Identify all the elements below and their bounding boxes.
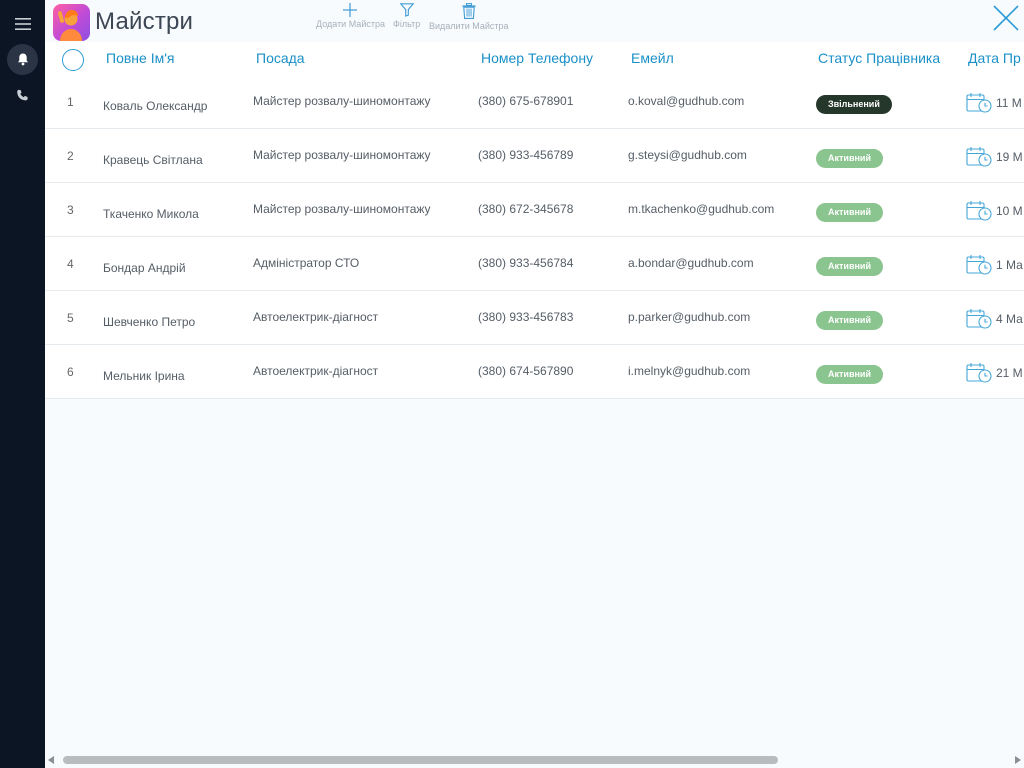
status-badge: Активний	[816, 149, 883, 168]
column-header-phone[interactable]: Номер Телефону	[481, 50, 593, 66]
cell-phone: (380) 675-678901	[478, 94, 574, 108]
calls-button[interactable]	[7, 80, 38, 111]
row-number: 1	[67, 95, 74, 109]
cell-date: 11 М	[996, 96, 1022, 110]
cell-name: Бондар Андрій	[103, 261, 186, 275]
column-header-date[interactable]: Дата Пр	[968, 50, 1021, 66]
bell-icon	[17, 53, 28, 66]
phone-icon	[17, 89, 28, 101]
cell-phone: (380) 674-567890	[478, 364, 574, 378]
cell-position: Автоелектрик-діагност	[253, 310, 379, 324]
select-all-checkbox[interactable]	[62, 49, 84, 71]
cell-date: 4 Ма	[996, 312, 1023, 326]
cell-name: Коваль Олександр	[103, 99, 208, 113]
calendar-clock-icon	[966, 93, 992, 113]
close-button[interactable]	[992, 4, 1020, 32]
cell-date: 1 Ма	[996, 258, 1023, 272]
menu-icon	[14, 17, 31, 30]
cell-position: Автоелектрик-діагност	[253, 364, 379, 378]
cell-email: g.steysi@gudhub.com	[628, 148, 747, 162]
cell-date: 19 М	[996, 150, 1023, 164]
filter-button[interactable]: Фільтр	[393, 3, 420, 29]
status-badge: Активний	[816, 311, 883, 330]
status-badge: Звільнений	[816, 95, 892, 114]
filter-label: Фільтр	[393, 19, 421, 29]
add-master-label: Додати Майстра	[316, 19, 385, 29]
add-master-button[interactable]: Додати Майстра	[316, 3, 385, 29]
cell-position: Майстер розвалу-шиномонтажу	[253, 94, 431, 108]
cell-phone: (380) 933-456784	[478, 256, 574, 270]
scroll-right-arrow-icon[interactable]	[1015, 756, 1021, 764]
sidebar	[0, 0, 45, 768]
cell-date: 21 М	[996, 366, 1023, 380]
scrollbar-thumb[interactable]	[63, 756, 778, 764]
status-badge: Активний	[816, 257, 883, 276]
column-header-position[interactable]: Посада	[256, 50, 305, 66]
table-row[interactable]: 4 Бондар Андрій Адміністратор СТО (380) …	[45, 237, 1024, 291]
row-number: 5	[67, 311, 74, 325]
cell-email: o.koval@gudhub.com	[628, 94, 745, 108]
scroll-left-arrow-icon[interactable]	[48, 756, 54, 764]
cell-email: m.tkachenko@gudhub.com	[628, 202, 775, 216]
menu-button[interactable]	[7, 8, 38, 39]
status-badge: Активний	[816, 365, 883, 384]
delete-master-label: Видалити Майстра	[429, 21, 509, 31]
cell-phone: (380) 933-456783	[478, 310, 574, 324]
column-header-name[interactable]: Повне Ім'я	[106, 50, 174, 66]
page-title: Майстри	[95, 8, 194, 35]
table-header: Повне Ім'я Посада Номер Телефону Емейл С…	[45, 42, 1024, 75]
calendar-clock-icon	[966, 147, 992, 167]
cell-phone: (380) 933-456789	[478, 148, 574, 162]
calendar-clock-icon	[966, 363, 992, 383]
close-icon	[993, 5, 1019, 31]
calendar-clock-icon	[966, 201, 992, 221]
cell-position: Майстер розвалу-шиномонтажу	[253, 148, 431, 162]
cell-email: p.parker@gudhub.com	[628, 310, 751, 324]
calendar-clock-icon	[966, 309, 992, 329]
worker-avatar-icon	[57, 10, 82, 41]
status-badge: Активний	[816, 203, 883, 222]
table-row[interactable]: 2 Кравець Світлана Майстер розвалу-шином…	[45, 129, 1024, 183]
row-number: 3	[67, 203, 74, 217]
row-number: 6	[67, 365, 74, 379]
cell-phone: (380) 672-345678	[478, 202, 574, 216]
app-icon	[53, 4, 90, 41]
plus-icon	[343, 3, 358, 17]
cell-name: Мельник Ірина	[103, 369, 185, 383]
trash-icon	[462, 3, 476, 19]
horizontal-scrollbar[interactable]	[45, 752, 1024, 768]
cell-position: Адміністратор СТО	[253, 256, 360, 270]
calendar-clock-icon	[966, 255, 992, 275]
cell-name: Ткаченко Микола	[103, 207, 199, 221]
cell-email: i.melnyk@gudhub.com	[628, 364, 751, 378]
notifications-button[interactable]	[7, 44, 38, 75]
column-header-status[interactable]: Статус Працівника	[818, 50, 940, 66]
table-row[interactable]: 1 Коваль Олександр Майстер розвалу-шином…	[45, 75, 1024, 129]
table-row[interactable]: 3 Ткаченко Микола Майстер розвалу-шиномо…	[45, 183, 1024, 237]
cell-email: a.bondar@gudhub.com	[628, 256, 754, 270]
row-number: 2	[67, 149, 74, 163]
delete-master-button[interactable]: Видалити Майстра	[429, 3, 508, 31]
row-number: 4	[67, 257, 74, 271]
filter-icon	[399, 3, 414, 17]
cell-name: Кравець Світлана	[103, 153, 203, 167]
cell-name: Шевченко Петро	[103, 315, 196, 329]
table-body: 1 Коваль Олександр Майстер розвалу-шином…	[45, 75, 1024, 399]
table-row[interactable]: 5 Шевченко Петро Автоелектрик-діагност (…	[45, 291, 1024, 345]
cell-date: 10 М	[996, 204, 1023, 218]
column-header-email[interactable]: Емейл	[631, 50, 674, 66]
header: Майстри Додати Майстра Фільтр Видалити М…	[45, 0, 1024, 42]
cell-position: Майстер розвалу-шиномонтажу	[253, 202, 431, 216]
table-row[interactable]: 6 Мельник Ірина Автоелектрик-діагност (3…	[45, 345, 1024, 399]
